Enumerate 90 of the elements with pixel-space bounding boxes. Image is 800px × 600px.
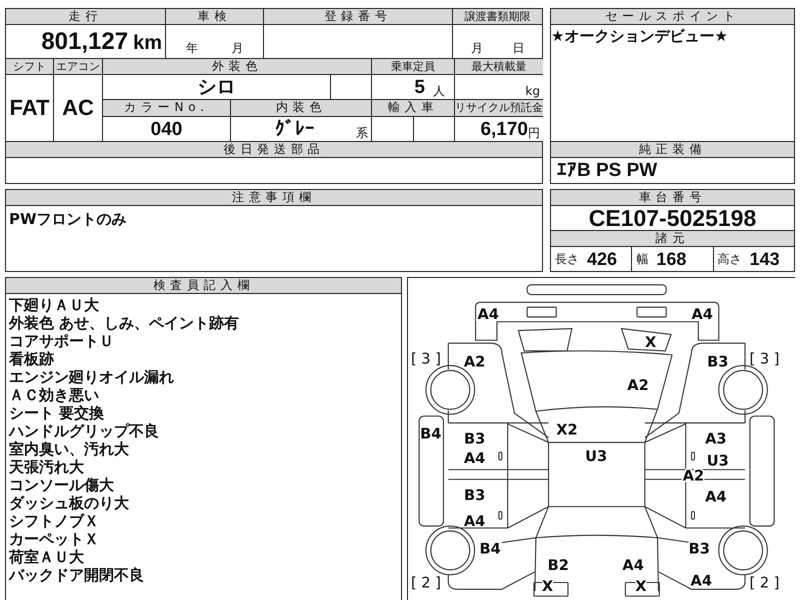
field-label: カラーNo. bbox=[103, 100, 230, 116]
unit-label: 日 bbox=[512, 40, 524, 56]
spec-value: 426 bbox=[587, 248, 618, 270]
spec-label: 高さ bbox=[718, 250, 742, 268]
damage-code: A4 bbox=[622, 556, 644, 574]
damage-code: A2 bbox=[628, 376, 650, 394]
section-header: 純正装備 bbox=[551, 142, 794, 158]
field-label: 輸入車 bbox=[372, 100, 454, 116]
section-header: 検査員記入欄 bbox=[6, 278, 402, 294]
inspector-note: コンソール傷大 bbox=[9, 476, 114, 494]
inspector-note: 室内臭い、汚れ大 bbox=[9, 440, 130, 458]
field-label: 最大積載量 bbox=[455, 59, 543, 74]
field-value: AC bbox=[62, 95, 94, 121]
field-label: エアコン bbox=[54, 59, 102, 74]
unit-label: 人 bbox=[433, 83, 445, 99]
equipment-text: ｴｱB PS PW bbox=[557, 159, 658, 182]
inspector-note: ＡＣ効き悪い bbox=[9, 386, 100, 404]
inspector-note: 荷室ＡＵ大 bbox=[9, 548, 85, 566]
spec-value: 168 bbox=[656, 248, 686, 270]
inspector-note: シフトノブＸ bbox=[9, 512, 100, 530]
damage-code: B3 bbox=[689, 540, 710, 558]
damage-code: U3 bbox=[707, 452, 730, 470]
spec-label: 幅 bbox=[636, 250, 648, 268]
damage-code: B3 bbox=[464, 430, 486, 448]
damage-code: A4 bbox=[692, 306, 714, 323]
unit-label: 系 bbox=[356, 125, 368, 141]
spec-label: 長さ bbox=[555, 250, 579, 268]
damage-code: B4 bbox=[420, 426, 442, 443]
inspector-note: 天張汚れ大 bbox=[9, 458, 85, 476]
field-value: 5 bbox=[414, 76, 425, 99]
inspector-note: カーペットＸ bbox=[9, 530, 100, 548]
damage-code: A4 bbox=[464, 450, 486, 467]
unit-label: kg bbox=[525, 83, 540, 99]
section-header: 車台番号 bbox=[551, 190, 794, 206]
damage-code: U3 bbox=[586, 448, 608, 465]
section-header: 注意事項欄 bbox=[6, 190, 542, 206]
inspector-note: バックドア開閉不良 bbox=[9, 566, 145, 584]
damage-code: X bbox=[646, 334, 657, 352]
damage-code: A4 bbox=[478, 306, 500, 323]
damage-code: B3 bbox=[464, 486, 486, 504]
field-value: シロ bbox=[198, 76, 236, 98]
unit-label: 年 bbox=[186, 40, 198, 56]
damage-code: A4 bbox=[691, 572, 712, 590]
field-label: 内装色 bbox=[231, 100, 371, 116]
tread-depth: [ 3 ] bbox=[411, 350, 442, 368]
damage-code: B3 bbox=[708, 354, 729, 371]
damage-code: A3 bbox=[706, 430, 728, 448]
inspector-note: シート 要交換 bbox=[9, 404, 106, 422]
field-value: FAT bbox=[10, 95, 50, 121]
unit-label: km bbox=[133, 31, 162, 56]
field-value: 6,170 bbox=[480, 118, 528, 141]
damage-code: A2 bbox=[464, 354, 486, 371]
spec-value: 143 bbox=[750, 248, 780, 270]
field-label: 外装色 bbox=[103, 59, 371, 74]
damage-code: X bbox=[542, 578, 554, 596]
inspector-note: 外装色 あせ、しみ、ペイント跡有 bbox=[9, 314, 240, 332]
damage-code: X2 bbox=[556, 422, 578, 439]
chassis-number: CE107-5025198 bbox=[588, 205, 756, 231]
field-label: 登録番号 bbox=[264, 9, 452, 24]
damage-code: X bbox=[636, 578, 648, 596]
damage-code: B2 bbox=[548, 556, 570, 574]
inspector-note: 看板跡 bbox=[9, 350, 55, 368]
field-label: 譲渡書類期限 bbox=[453, 9, 542, 24]
field-value: ｸﾞﾚｰ bbox=[275, 118, 315, 141]
field-label: 乗車定員 bbox=[372, 59, 454, 74]
damage-code: A4 bbox=[464, 513, 486, 530]
field-label: シフト bbox=[6, 59, 53, 74]
section-header: セールスポイント bbox=[551, 9, 794, 25]
unit-label: 月 bbox=[470, 40, 483, 56]
mileage-value: 801,127 bbox=[41, 27, 128, 57]
field-label: 走行 bbox=[6, 9, 165, 24]
inspector-note: エンジン廻りオイル漏れ bbox=[9, 368, 175, 386]
notes-text: PWフロントのみ bbox=[9, 210, 127, 228]
unit-label: 円 bbox=[528, 125, 540, 141]
damage-code: B4 bbox=[480, 540, 502, 558]
tread-depth: [ 2 ] bbox=[750, 574, 780, 592]
inspector-note: 下廻りＡＵ大 bbox=[9, 296, 100, 314]
field-label: 後日発送部品 bbox=[6, 142, 542, 157]
sales-point-text: ★オークションデビュー★ bbox=[551, 27, 728, 45]
inspector-note: ダッシュ板のり大 bbox=[9, 494, 130, 512]
field-label: 車検 bbox=[166, 9, 263, 24]
field-value: 040 bbox=[150, 118, 182, 140]
inspector-note: コアサポートＵ bbox=[9, 332, 115, 350]
unit-label: 月 bbox=[231, 40, 244, 56]
field-label: リサイクル預託金 bbox=[455, 100, 543, 116]
inspector-note: ハンドルグリップ不良 bbox=[9, 422, 160, 440]
section-header: 諸元 bbox=[551, 231, 794, 247]
tread-depth: [ 3 ] bbox=[750, 350, 780, 368]
tread-depth: [ 2 ] bbox=[411, 574, 442, 592]
damage-code: A4 bbox=[706, 488, 728, 506]
